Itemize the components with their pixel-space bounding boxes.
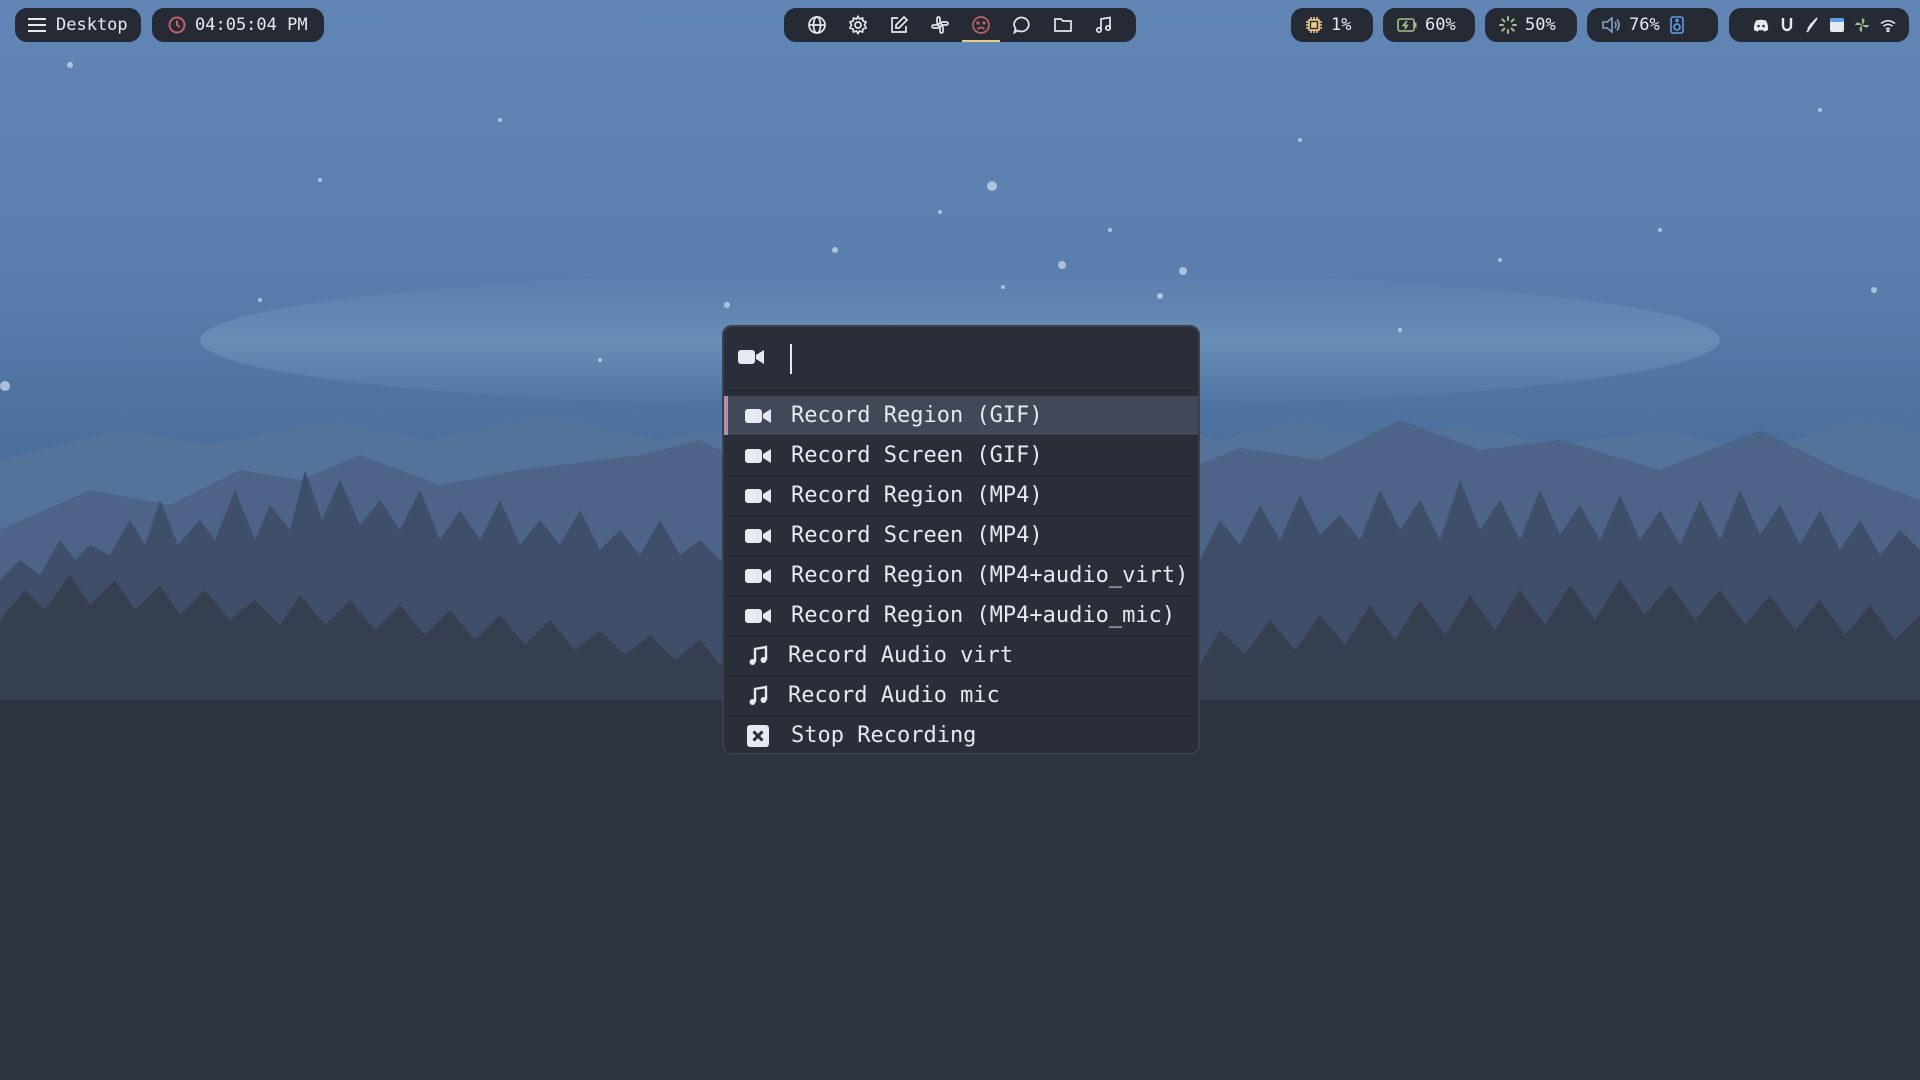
menu-item-label: Record Audio virt — [788, 643, 1014, 668]
frown-face-icon[interactable] — [961, 10, 1000, 42]
music-note-icon — [745, 685, 771, 707]
clock-widget[interactable]: 04:05:04 PM — [152, 8, 324, 42]
text-caret — [790, 343, 792, 374]
menu-item-label: Record Audio mic — [788, 683, 1000, 708]
folder-icon[interactable] — [1050, 10, 1076, 40]
menu-item-label: Stop Recording — [791, 723, 977, 748]
menu-item[interactable]: Record Screen (MP4) — [724, 516, 1198, 556]
video-camera-icon — [745, 487, 771, 505]
discord-icon[interactable] — [1753, 19, 1769, 32]
menu-item-label: Record Screen (MP4) — [791, 523, 1043, 548]
battery-charging-icon — [1397, 18, 1417, 32]
brightness-value: 50% — [1525, 15, 1556, 35]
menu-item[interactable]: Record Region (MP4+audio_virt) — [724, 556, 1198, 596]
gear-icon[interactable] — [845, 10, 871, 40]
menu-search-input[interactable] — [800, 346, 1160, 371]
speaker-icon — [1601, 16, 1621, 34]
music-note-icon[interactable] — [1091, 10, 1117, 40]
close-box-icon — [745, 724, 771, 747]
magnet-icon[interactable] — [1780, 17, 1794, 33]
leaf-icon[interactable] — [1805, 17, 1819, 33]
brightness-widget[interactable]: 50% — [1485, 8, 1577, 42]
menu-item-label: Record Region (MP4+audio_virt) — [791, 563, 1189, 588]
slack-icon[interactable] — [927, 10, 953, 40]
app-launcher-bar — [784, 8, 1136, 42]
menu-item[interactable]: Record Region (MP4+audio_mic) — [724, 596, 1198, 636]
menu-search-bar[interactable] — [724, 327, 1198, 391]
edit-icon[interactable] — [886, 10, 912, 40]
menu-item[interactable]: Record Screen (GIF) — [724, 436, 1198, 476]
chat-bubble-icon[interactable] — [1009, 10, 1035, 40]
video-camera-icon — [745, 527, 771, 545]
workspace-button[interactable]: Desktop — [15, 8, 141, 42]
battery-value: 60% — [1425, 15, 1456, 35]
menu-item[interactable]: Record Region (MP4) — [724, 476, 1198, 516]
menu-item-label: Record Region (MP4) — [791, 483, 1043, 508]
pinwheel-icon[interactable] — [1855, 18, 1869, 32]
clock-time: 04:05:04 PM — [195, 15, 308, 35]
menu-item[interactable]: Record Audio mic — [724, 676, 1198, 716]
workspace-label: Desktop — [56, 15, 128, 35]
menu-item-label: Record Region (GIF) — [791, 403, 1043, 428]
battery-widget[interactable]: 60% — [1383, 8, 1475, 42]
menu-item-label: Record Screen (GIF) — [791, 443, 1043, 468]
system-tray — [1729, 8, 1909, 42]
volume-value: 76% — [1629, 15, 1660, 35]
globe-icon[interactable] — [804, 10, 830, 40]
menu-item[interactable]: Stop Recording — [724, 716, 1198, 753]
wifi-icon[interactable] — [1880, 19, 1896, 32]
video-camera-icon — [745, 407, 771, 425]
recording-menu: Record Region (GIF) Record Screen (GIF) Re… — [722, 325, 1200, 755]
video-camera-icon — [745, 447, 771, 465]
music-note-icon — [745, 645, 771, 667]
menu-list: Record Region (GIF) Record Screen (GIF) Re… — [724, 396, 1198, 753]
brightness-icon — [1499, 16, 1517, 34]
clock-icon — [168, 16, 186, 34]
window-icon[interactable] — [1830, 18, 1844, 32]
cpu-value: 1% — [1331, 15, 1352, 35]
cpu-widget[interactable]: 1% — [1291, 8, 1373, 42]
speaker-device-icon[interactable] — [1669, 16, 1684, 34]
volume-widget[interactable]: 76% — [1587, 8, 1718, 42]
hamburger-icon — [28, 18, 46, 32]
menu-item-label: Record Region (MP4+audio_mic) — [791, 603, 1176, 628]
cpu-chip-icon — [1305, 16, 1323, 34]
menu-item[interactable]: Record Region (GIF) — [724, 396, 1198, 436]
video-camera-icon — [738, 348, 764, 370]
video-camera-icon — [745, 607, 771, 625]
menu-item[interactable]: Record Audio virt — [724, 636, 1198, 676]
video-camera-icon — [745, 567, 771, 585]
